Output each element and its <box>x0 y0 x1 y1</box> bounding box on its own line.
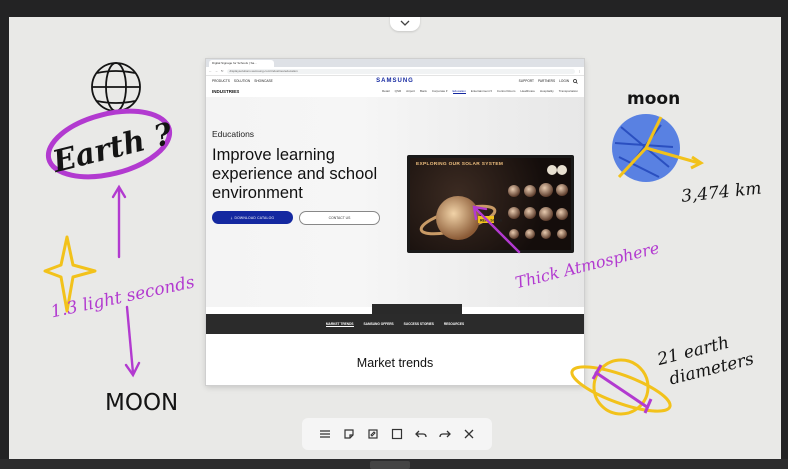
industry-link[interactable]: Transportation <box>559 89 578 94</box>
reload-icon[interactable]: ↻ <box>221 69 224 73</box>
industry-link[interactable]: Corporate ▾ <box>432 89 448 94</box>
light-seconds-label: 1.3 light seconds <box>49 272 197 322</box>
monitor-stand <box>372 304 462 314</box>
tab-success-stories[interactable]: SUCCESS STORIES <box>404 322 434 326</box>
section-title: INDUSTRIES <box>212 89 240 94</box>
km-label: 3,474 km <box>680 179 762 207</box>
hero-eyebrow: Educations <box>212 129 255 139</box>
top-pull-tab[interactable] <box>390 17 420 31</box>
moon-sketch-icon <box>612 114 704 182</box>
back-icon[interactable]: ← <box>209 69 212 73</box>
distance-arrows <box>111 184 141 378</box>
industry-link[interactable]: Hospitality <box>540 89 554 94</box>
pen-icon[interactable] <box>341 426 357 442</box>
tab-resources[interactable]: RESOURCES <box>444 322 464 326</box>
forward-icon[interactable]: → <box>215 69 218 73</box>
contact-us-button[interactable]: CONTACT US <box>299 211 380 225</box>
industry-link[interactable]: Healthcare <box>520 89 535 94</box>
diameters-label-line2: diameters <box>667 349 756 389</box>
menu-dots-icon[interactable]: ⋮ <box>578 69 581 73</box>
industry-link[interactable]: Bank <box>420 89 427 94</box>
section-tabs: MARKET TRENDS SAMSUNG OFFERS SUCCESS STO… <box>206 314 584 334</box>
industry-link[interactable]: QSR <box>395 89 402 94</box>
hero-title: Improve learning experience and school e… <box>212 146 378 202</box>
industry-link[interactable]: Retail <box>382 89 390 94</box>
industry-link[interactable]: Entertainment ▾ <box>471 89 492 94</box>
chevron-down-icon <box>400 20 410 26</box>
market-trends-heading: Market trends <box>356 356 434 370</box>
address-bar: ← → ↻ displaysolutions.samsung.com/indus… <box>206 67 584 76</box>
nav-support[interactable]: SUPPORT <box>519 79 534 83</box>
menu-icon[interactable] <box>317 426 333 442</box>
tab-samsung-offers[interactable]: SAMSUNG OFFERS <box>364 322 394 326</box>
browser-tabstrip: Digital Signage for Schools | Sa... <box>206 59 584 67</box>
undo-icon[interactable] <box>413 426 429 442</box>
nav-products[interactable]: PRODUCTS <box>212 79 230 83</box>
download-icon: ⤓ <box>230 215 233 220</box>
sticky-note-icon[interactable] <box>365 426 381 442</box>
nav-solution[interactable]: SOLUTION <box>234 79 250 83</box>
industry-link-active[interactable]: Education <box>452 89 466 94</box>
nav-showcase[interactable]: SHOWCASE <box>254 79 273 83</box>
moon-right-label: moon <box>627 89 680 109</box>
star-sketch-icon <box>43 235 97 313</box>
industry-link[interactable]: Control Room <box>497 89 516 94</box>
earth-highlight-oval <box>45 108 173 180</box>
bezel-logo-plate <box>370 461 410 469</box>
close-icon[interactable] <box>461 426 477 442</box>
diameters-label-line1: 21 earth <box>654 333 731 370</box>
redo-icon[interactable] <box>437 426 453 442</box>
whiteboard-toolbar <box>302 418 492 450</box>
nav-partners[interactable]: PARTNERS <box>538 79 555 83</box>
site-header: PRODUCTS SOLUTION SHOWCASE SAMSUNG SUPPO… <box>206 76 584 86</box>
browser-tab[interactable]: Digital Signage for Schools | Sa... <box>209 60 274 67</box>
tab-market-trends[interactable]: MARKET TRENDS <box>325 322 354 327</box>
nav-login[interactable]: LOGIN <box>559 79 569 83</box>
industry-link[interactable]: Airport <box>406 89 415 94</box>
solar-system-monitor: EXPLORING OUR SOLAR SYSTEM REAL SCALE <box>407 155 574 253</box>
globe-sketch-icon <box>91 62 141 112</box>
monitor-scale-label: REAL SCALE <box>480 219 503 223</box>
samsung-logo[interactable]: SAMSUNG <box>332 78 458 84</box>
whiteboard-canvas[interactable]: Digital Signage for Schools | Sa... ← → … <box>9 17 781 459</box>
select-rect-icon[interactable] <box>389 426 405 442</box>
monitor-screen: EXPLORING OUR SOLAR SYSTEM REAL SCALE <box>410 158 571 250</box>
industry-links: Retail QSR Airport Bank Corporate ▾ Educ… <box>382 89 578 94</box>
url-field[interactable]: displaysolutions.samsung.com/industries/… <box>226 68 575 74</box>
browser-window[interactable]: Digital Signage for Schools | Sa... ← → … <box>206 59 584 385</box>
earth-label: Earth ? <box>48 116 176 180</box>
moon-left-label: MOON <box>105 390 178 416</box>
planets-illustration: REAL SCALE <box>419 165 568 240</box>
download-catalog-button[interactable]: ⤓ DOWNLOAD CATALOG <box>212 211 293 224</box>
search-icon[interactable] <box>573 78 578 84</box>
bezel-bottom <box>0 459 788 469</box>
download-catalog-label: DOWNLOAD CATALOG <box>234 215 275 220</box>
